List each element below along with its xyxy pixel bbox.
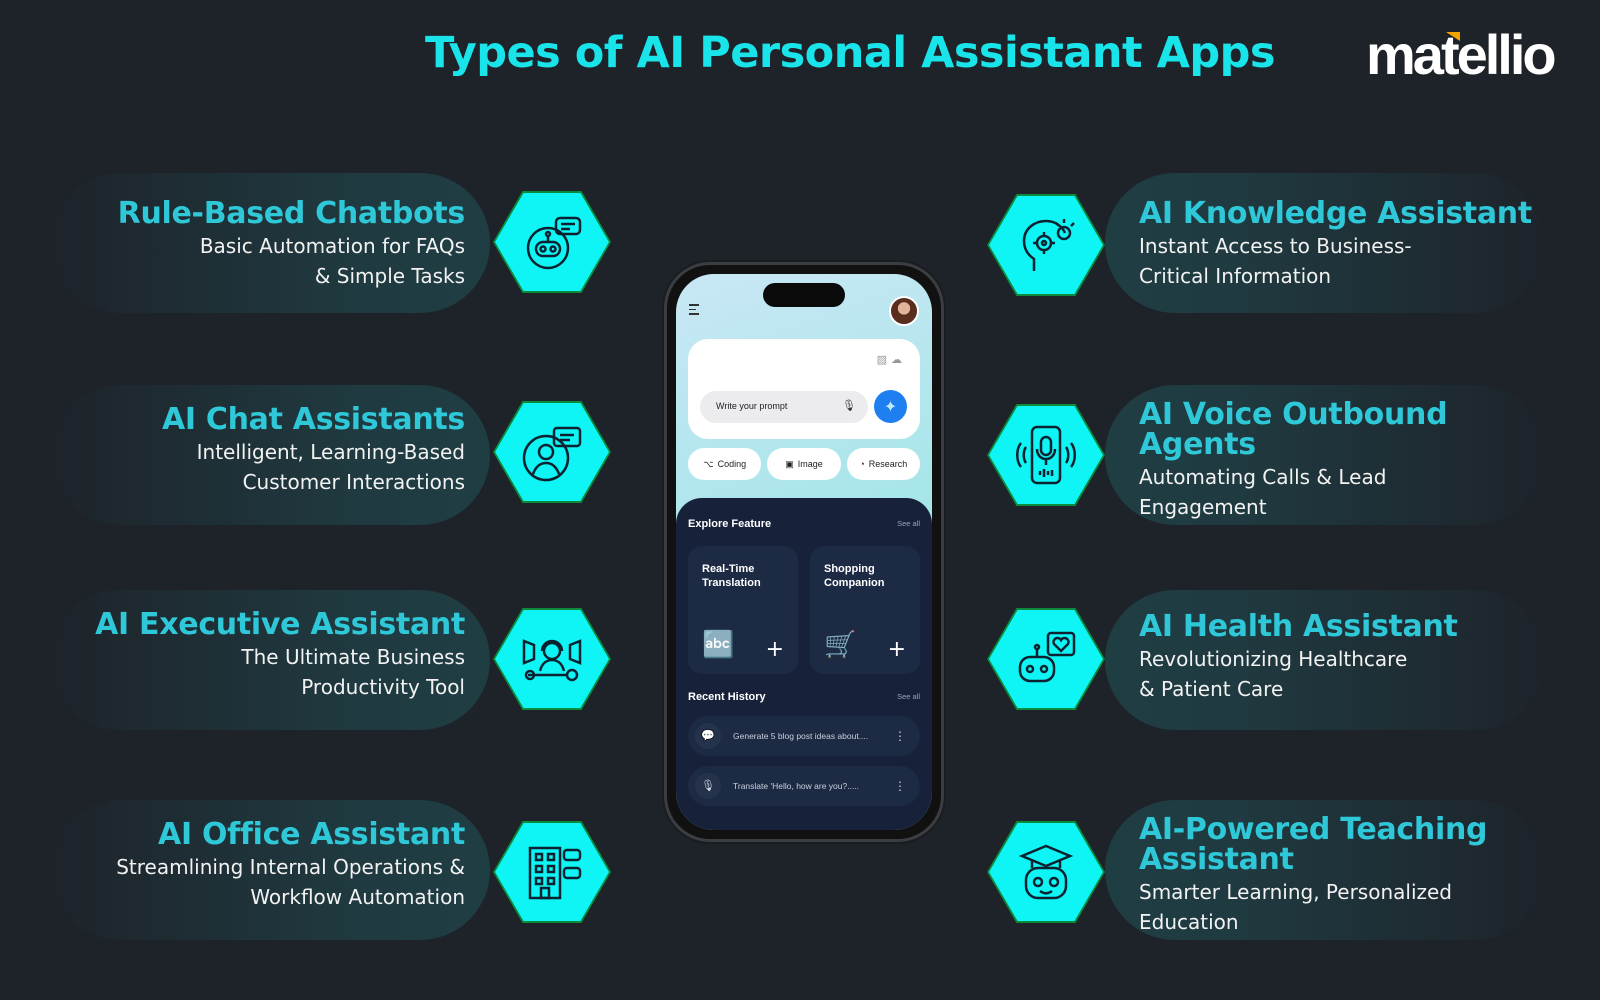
dynamic-island bbox=[763, 283, 845, 307]
explore-see-all-link[interactable]: See all bbox=[897, 519, 920, 528]
item-subtitle-2: Engagement bbox=[1139, 495, 1267, 519]
feature-card-shopping[interactable]: Shopping Companion 🛒 + bbox=[810, 546, 920, 674]
robot-chat-icon bbox=[493, 191, 611, 293]
item-subtitle-2: Critical Information bbox=[1139, 264, 1332, 288]
item-subtitle-2: Education bbox=[1139, 910, 1239, 934]
prompt-input[interactable]: Write your prompt 🎙 bbox=[700, 391, 868, 423]
history-item[interactable]: 💬 Generate 5 blog post ideas about.... ⋮ bbox=[688, 716, 920, 756]
history-text: Translate 'Hello, how are you?..... bbox=[733, 781, 860, 791]
item-heading: AI Voice Outbound bbox=[1139, 397, 1448, 432]
explore-title: Explore Feature bbox=[688, 518, 772, 530]
item-text: AI Health Assistant Revolutionizing Heal… bbox=[1139, 612, 1458, 704]
chip-coding[interactable]: ⌥ Coding bbox=[688, 448, 762, 480]
recent-history-title: Recent History bbox=[688, 691, 766, 703]
assistant-type-ai-voice-outbound-agents: AI Voice Outbound Agents Automating Call… bbox=[985, 385, 1585, 525]
prompt-card: ▨☁ Write your prompt 🎙 ✦ bbox=[688, 339, 920, 439]
item-subtitle-2: Workflow Automation bbox=[250, 885, 465, 909]
assistant-type-ai-knowledge-assistant: AI Knowledge Assistant Instant Access to… bbox=[985, 173, 1585, 313]
item-text: AI Knowledge Assistant Instant Access to… bbox=[1139, 199, 1532, 291]
chat-icon: 💬 bbox=[695, 723, 721, 749]
chip-research[interactable]: ◔ Research bbox=[846, 448, 920, 480]
history-text: Generate 5 blog post ideas about.... bbox=[733, 731, 869, 741]
avatar[interactable] bbox=[889, 296, 919, 326]
office-building-icon bbox=[493, 821, 611, 923]
assistant-type-ai-office-assistant: AI Office Assistant Streamlining Interna… bbox=[0, 800, 611, 940]
assistant-type-rule-based-chatbots: Rule-Based Chatbots Basic Automation for… bbox=[0, 173, 611, 313]
plus-icon[interactable]: + bbox=[766, 639, 784, 661]
mic-icon[interactable]: 🎙 bbox=[842, 399, 856, 412]
assistant-type-ai-health-assistant: AI Health Assistant Revolutionizing Heal… bbox=[985, 590, 1585, 730]
item-heading: AI Chat Assistants bbox=[161, 402, 465, 437]
page-title: Types of AI Personal Assistant Apps bbox=[424, 28, 1276, 78]
phone-mic-icon bbox=[987, 404, 1105, 506]
item-subtitle-1: Basic Automation for FAQs bbox=[199, 234, 465, 258]
chip-label: Image bbox=[797, 459, 823, 469]
history-see-all-link[interactable]: See all bbox=[897, 692, 920, 701]
plus-icon[interactable]: + bbox=[888, 639, 906, 661]
item-subtitle-1: Revolutionizing Healthcare bbox=[1139, 647, 1408, 671]
headset-wrench-icon bbox=[493, 608, 611, 710]
dark-panel: Explore Feature See all Real-Time Transl… bbox=[676, 498, 932, 830]
item-heading-line2: Agents bbox=[1139, 427, 1256, 462]
item-subtitle-1: Instant Access to Business- bbox=[1139, 234, 1412, 258]
more-options-icon[interactable]: ⋮ bbox=[894, 729, 906, 743]
sparkle-send-button[interactable]: ✦ bbox=[874, 390, 907, 423]
item-heading-line2: Assistant bbox=[1139, 842, 1294, 877]
assistant-type-ai-executive-assistant: AI Executive Assistant The Ultimate Busi… bbox=[0, 590, 611, 730]
shopping-cart-icon: 🛒 bbox=[824, 630, 857, 660]
item-subtitle-1: The Ultimate Business bbox=[241, 645, 465, 669]
assistant-type-ai-powered-teaching-assistant: AI-Powered Teaching Assistant Smarter Le… bbox=[985, 800, 1585, 940]
menu-icon[interactable] bbox=[689, 304, 703, 318]
item-text: AI Chat Assistants Intelligent, Learning… bbox=[162, 405, 465, 497]
item-subtitle-1: Intelligent, Learning-Based bbox=[196, 440, 465, 464]
feature-card-translation[interactable]: Real-Time Translation 🔤 + bbox=[688, 546, 798, 674]
item-text: AI Office Assistant Streamlining Interna… bbox=[116, 820, 465, 912]
item-text: AI Executive Assistant The Ultimate Busi… bbox=[95, 610, 465, 702]
phone-screen: ▨☁ Write your prompt 🎙 ✦ ⌥ Coding ▣ Image ◔… bbox=[676, 274, 932, 830]
user-chat-icon bbox=[493, 401, 611, 503]
assistant-type-ai-chat-assistants: AI Chat Assistants Intelligent, Learning… bbox=[0, 385, 611, 525]
chip-label: Research bbox=[868, 459, 908, 469]
coding-icon: ⌥ bbox=[703, 458, 714, 469]
phone-mockup: ▨☁ Write your prompt 🎙 ✦ ⌥ Coding ▣ Image ◔… bbox=[664, 262, 944, 842]
item-subtitle-1: Streamlining Internal Operations & bbox=[116, 855, 465, 879]
translate-icon: 🔤 bbox=[702, 630, 735, 660]
item-subtitle-1: Smarter Learning, Personalized bbox=[1139, 880, 1452, 904]
item-subtitle-2: & Patient Care bbox=[1139, 677, 1284, 701]
robot-graduation-icon bbox=[987, 821, 1105, 923]
matellio-logo: matellio bbox=[1366, 22, 1557, 87]
item-subtitle-2: Customer Interactions bbox=[242, 470, 465, 494]
item-heading: AI-Powered Teaching bbox=[1139, 812, 1488, 847]
item-heading: Rule-Based Chatbots bbox=[117, 196, 466, 231]
chip-image[interactable]: ▣ Image bbox=[767, 448, 841, 480]
item-subtitle-1: Automating Calls & Lead bbox=[1139, 465, 1387, 489]
item-text: Rule-Based Chatbots Basic Automation for… bbox=[117, 196, 466, 291]
item-heading: AI Office Assistant bbox=[158, 817, 465, 852]
image-upload-icons[interactable]: ▨☁ bbox=[877, 353, 906, 366]
feature-title: Real-Time Translation bbox=[702, 563, 761, 589]
item-subtitle-2: & Simple Tasks bbox=[314, 264, 465, 288]
item-text: AI-Powered Teaching Assistant Smarter Le… bbox=[1139, 815, 1487, 937]
brain-gear-icon bbox=[987, 194, 1105, 296]
more-options-icon[interactable]: ⋮ bbox=[894, 779, 906, 793]
image-icon: ▣ bbox=[785, 458, 794, 469]
item-subtitle-2: Productivity Tool bbox=[301, 675, 465, 699]
research-icon: ◔ bbox=[859, 459, 865, 469]
item-text: AI Voice Outbound Agents Automating Call… bbox=[1139, 397, 1448, 522]
item-heading: AI Knowledge Assistant bbox=[1139, 196, 1532, 231]
item-heading: AI Health Assistant bbox=[1139, 609, 1458, 644]
chip-row: ⌥ Coding ▣ Image ◔ Research bbox=[688, 448, 920, 480]
history-item[interactable]: 🎙 Translate 'Hello, how are you?..... ⋮ bbox=[688, 766, 920, 806]
prompt-placeholder: Write your prompt bbox=[716, 401, 788, 411]
item-heading: AI Executive Assistant bbox=[95, 607, 465, 642]
mic-icon: 🎙 bbox=[695, 773, 721, 799]
chip-label: Coding bbox=[717, 459, 747, 469]
feature-title: Shopping Companion bbox=[824, 563, 885, 589]
robot-health-icon bbox=[987, 608, 1105, 710]
